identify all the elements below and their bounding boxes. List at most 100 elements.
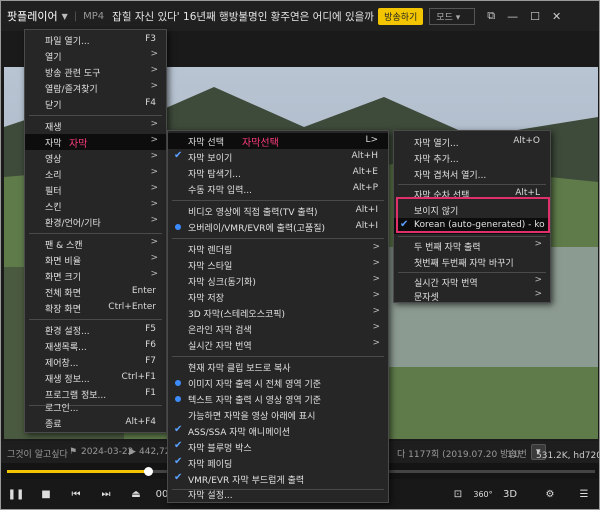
menu-item-control-panel[interactable]: 제어창... F7 <box>25 354 166 370</box>
chevron-right-icon: > <box>534 289 542 299</box>
menu-item-image-full-area[interactable]: 이미지 자막 출력 시 전체 영역 기준 <box>168 375 388 391</box>
menu-item-aspect-ratio[interactable]: 화면 비율 > <box>25 252 166 268</box>
eject-button[interactable]: ⏏ <box>127 487 145 503</box>
menu-item-label: 오버레이/VMR/EVR에 출력(고품질) <box>188 224 326 234</box>
seek-handle[interactable] <box>144 467 154 476</box>
chevron-right-icon: > <box>150 167 158 177</box>
chevron-right-icon: > <box>150 269 158 279</box>
menu-item-show-subtitle[interactable]: ✔ 자막 보이기 Alt+H <box>168 149 388 165</box>
menu-item-subtitle-settings[interactable]: 자막 설정... <box>168 486 388 502</box>
menu-item-3d[interactable]: 3D 자막(스테레오스코픽) > <box>168 305 388 321</box>
menu-item-audio[interactable]: 소리 > <box>25 166 166 182</box>
menu-item-preferences[interactable]: 환경 설정... F5 <box>25 322 166 338</box>
chevron-right-icon: > <box>372 338 380 348</box>
menu-item-close[interactable]: 닫기 F4 <box>25 96 166 112</box>
menu-item-blur-box[interactable]: ✔ 자막 블루멍 박스 <box>168 439 388 455</box>
menu-item-overlay-subtitle[interactable]: 자막 겹쳐서 열기... <box>394 166 550 182</box>
chevron-right-icon: > <box>150 199 158 209</box>
menu-item-open[interactable]: 열기 > <box>25 48 166 64</box>
channel-label: 그것이 알고싶다 <box>7 450 68 460</box>
menu-item-video[interactable]: 영상 > <box>25 150 166 166</box>
maximize-icon[interactable]: ☐ <box>530 10 540 23</box>
broadcast-button[interactable]: 방송하기 <box>378 7 424 25</box>
3d-button[interactable]: 3D <box>501 487 519 503</box>
chevron-right-icon: > <box>372 274 380 284</box>
screen-icon[interactable]: ⊡ <box>449 487 467 503</box>
menu-item-login[interactable]: 로그인... <box>25 399 166 415</box>
menu-item-open-file[interactable]: 파일 열기... F3 <box>25 32 166 48</box>
menu-item-label: 방송 관련 도구 <box>45 69 101 79</box>
menu-item-label: 영상 <box>45 155 62 165</box>
channel-number: 11번 <box>507 450 527 460</box>
menu-item-extended-screen[interactable]: 확장 화면 Ctrl+Enter <box>25 300 166 316</box>
menu-item-label: 화면 비율 <box>45 257 81 267</box>
menu-item-swap-subtitles[interactable]: 첫번째 두번째 자막 바꾸기 <box>394 254 550 270</box>
menu-item-label: 파일 열기... <box>45 37 90 47</box>
menu-item-bookmarks[interactable]: 열람/즐겨찾기 > <box>25 80 166 96</box>
menu-item-second-subtitle[interactable]: 두 번째 자막 출력 > <box>394 238 550 254</box>
menu-item-label: 자막 열기... <box>414 139 459 149</box>
chevron-right-icon: > <box>150 253 158 263</box>
menu-item-broadcast-tools[interactable]: 방송 관련 도구 > <box>25 64 166 80</box>
gear-icon[interactable]: ⚙ <box>541 487 559 503</box>
codec-badge[interactable]: 531.2K, hd720 ▾ <box>531 444 599 461</box>
menu-item-skin[interactable]: 스킨 > <box>25 198 166 214</box>
stop-button[interactable]: ■ <box>37 487 55 503</box>
menu-item-accel: Ctrl+Enter <box>108 302 156 312</box>
menu-item-accel: Ctrl+F1 <box>121 372 156 382</box>
next-button[interactable]: ⏭ <box>97 487 115 503</box>
menu-item-sync[interactable]: 자막 싱크(동기화) > <box>168 273 388 289</box>
menu-item-below-video[interactable]: 가능하면 자막을 영상 아래에 표시 <box>168 407 388 423</box>
menu-item-tv-output[interactable]: 비디오 영상에 직접 출력(TV 출력) Alt+I <box>168 203 388 219</box>
menu-item-add-subtitle[interactable]: 자막 추가... <box>394 150 550 166</box>
menu-divider <box>172 200 384 201</box>
menu-item-playlist[interactable]: 재생목록... F6 <box>25 338 166 354</box>
menu-item-accel: Alt+P <box>352 183 378 193</box>
vr360-button[interactable]: 360° <box>471 487 495 503</box>
menu-icon[interactable]: ☰ <box>575 487 593 503</box>
menu-item-manual-subtitle[interactable]: 수동 자막 입력... Alt+P <box>168 181 388 197</box>
menu-item-subtitles[interactable]: 자막 자막 > <box>25 134 166 150</box>
menu-item-label: 온라인 자막 검색 <box>188 326 252 336</box>
menu-item-label: VMR/EVR 자막 부드럽게 출력 <box>188 476 305 486</box>
previous-button[interactable]: ⏮ <box>67 487 85 503</box>
menu-item-style[interactable]: 자막 스타일 > <box>168 257 388 273</box>
menu-item-overlay-output[interactable]: 오버레이/VMR/EVR에 출력(고품질) Alt+I <box>168 219 388 235</box>
menu-item-playback-info[interactable]: 재생 정보... Ctrl+F1 <box>25 370 166 386</box>
menu-item-playback[interactable]: 재생 > <box>25 118 166 134</box>
close-icon[interactable]: ✕ <box>552 10 561 23</box>
menu-item-label: 3D 자막(스테레오스코픽) <box>188 310 286 320</box>
menu-item-ass-animation[interactable]: ✔ ASS/SSA 자막 애니메이션 <box>168 423 388 439</box>
menu-item-charset[interactable]: 문자셋 > <box>394 288 550 304</box>
menu-item-save[interactable]: 자막 저장 > <box>168 289 388 305</box>
pause-button[interactable]: ❚❚ <box>7 487 25 503</box>
menu-item-fullscreen[interactable]: 전체 화면 Enter <box>25 284 166 300</box>
menu-item-screen-size[interactable]: 화면 크기 > <box>25 268 166 284</box>
menu-item-online-search[interactable]: 온라인 자막 검색 > <box>168 321 388 337</box>
window-restore-icon[interactable]: ⧉ <box>487 9 495 23</box>
menu-item-live-translate[interactable]: 실시간 자막 번역 > <box>168 337 388 353</box>
menu-item-label: 비디오 영상에 직접 출력(TV 출력) <box>188 208 318 218</box>
menu-item-label: 환경 설정... <box>45 327 90 337</box>
chevron-down-icon[interactable]: ▼ <box>62 12 68 21</box>
menu-item-text-video-area[interactable]: 텍스트 자막 출력 시 영상 영역 기준 <box>168 391 388 407</box>
menu-item-environment[interactable]: 환경/언어/기타 > <box>25 214 166 230</box>
menu-item-filter[interactable]: 필터 > <box>25 182 166 198</box>
menu-item-open-subtitle[interactable]: 자막 열기... Alt+O <box>394 134 550 150</box>
menu-item-pan-scan[interactable]: 팬 & 스캔 > <box>25 236 166 252</box>
radio-dot-icon <box>175 396 181 402</box>
mode-select[interactable]: 모드 ▾ <box>429 7 476 25</box>
menu-item-smooth-output[interactable]: ✔ VMR/EVR 자막 부드럽게 출력 <box>168 471 388 487</box>
menu-item-rendering[interactable]: 자막 렌더링 > <box>168 241 388 257</box>
menu-item-copy-clipboard[interactable]: 현재 자막 클립 보드로 복사 <box>168 359 388 375</box>
menu-divider <box>29 319 162 320</box>
menu-item-subtitle-explorer[interactable]: 자막 탐색기... Alt+E <box>168 165 388 181</box>
menu-item-subtitle-select[interactable]: 자막 선택 자막선택 L> <box>168 133 388 149</box>
title-bar: 팟플레이어 ▼ | MP4 잡힐 자신 있다' 16년째 행방불명인 황주연은 … <box>1 1 599 31</box>
menu-item-exit[interactable]: 종료 Alt+F4 <box>25 415 166 431</box>
menu-item-label: 자막 싱크(동기화) <box>188 278 256 288</box>
minimize-icon[interactable]: — <box>507 10 518 23</box>
app-logo-menu[interactable]: 팟플레이어 <box>1 8 58 24</box>
menu-item-label: 팬 & 스캔 <box>45 241 83 251</box>
menu-item-fading[interactable]: ✔ 자막 페이딩 <box>168 455 388 471</box>
